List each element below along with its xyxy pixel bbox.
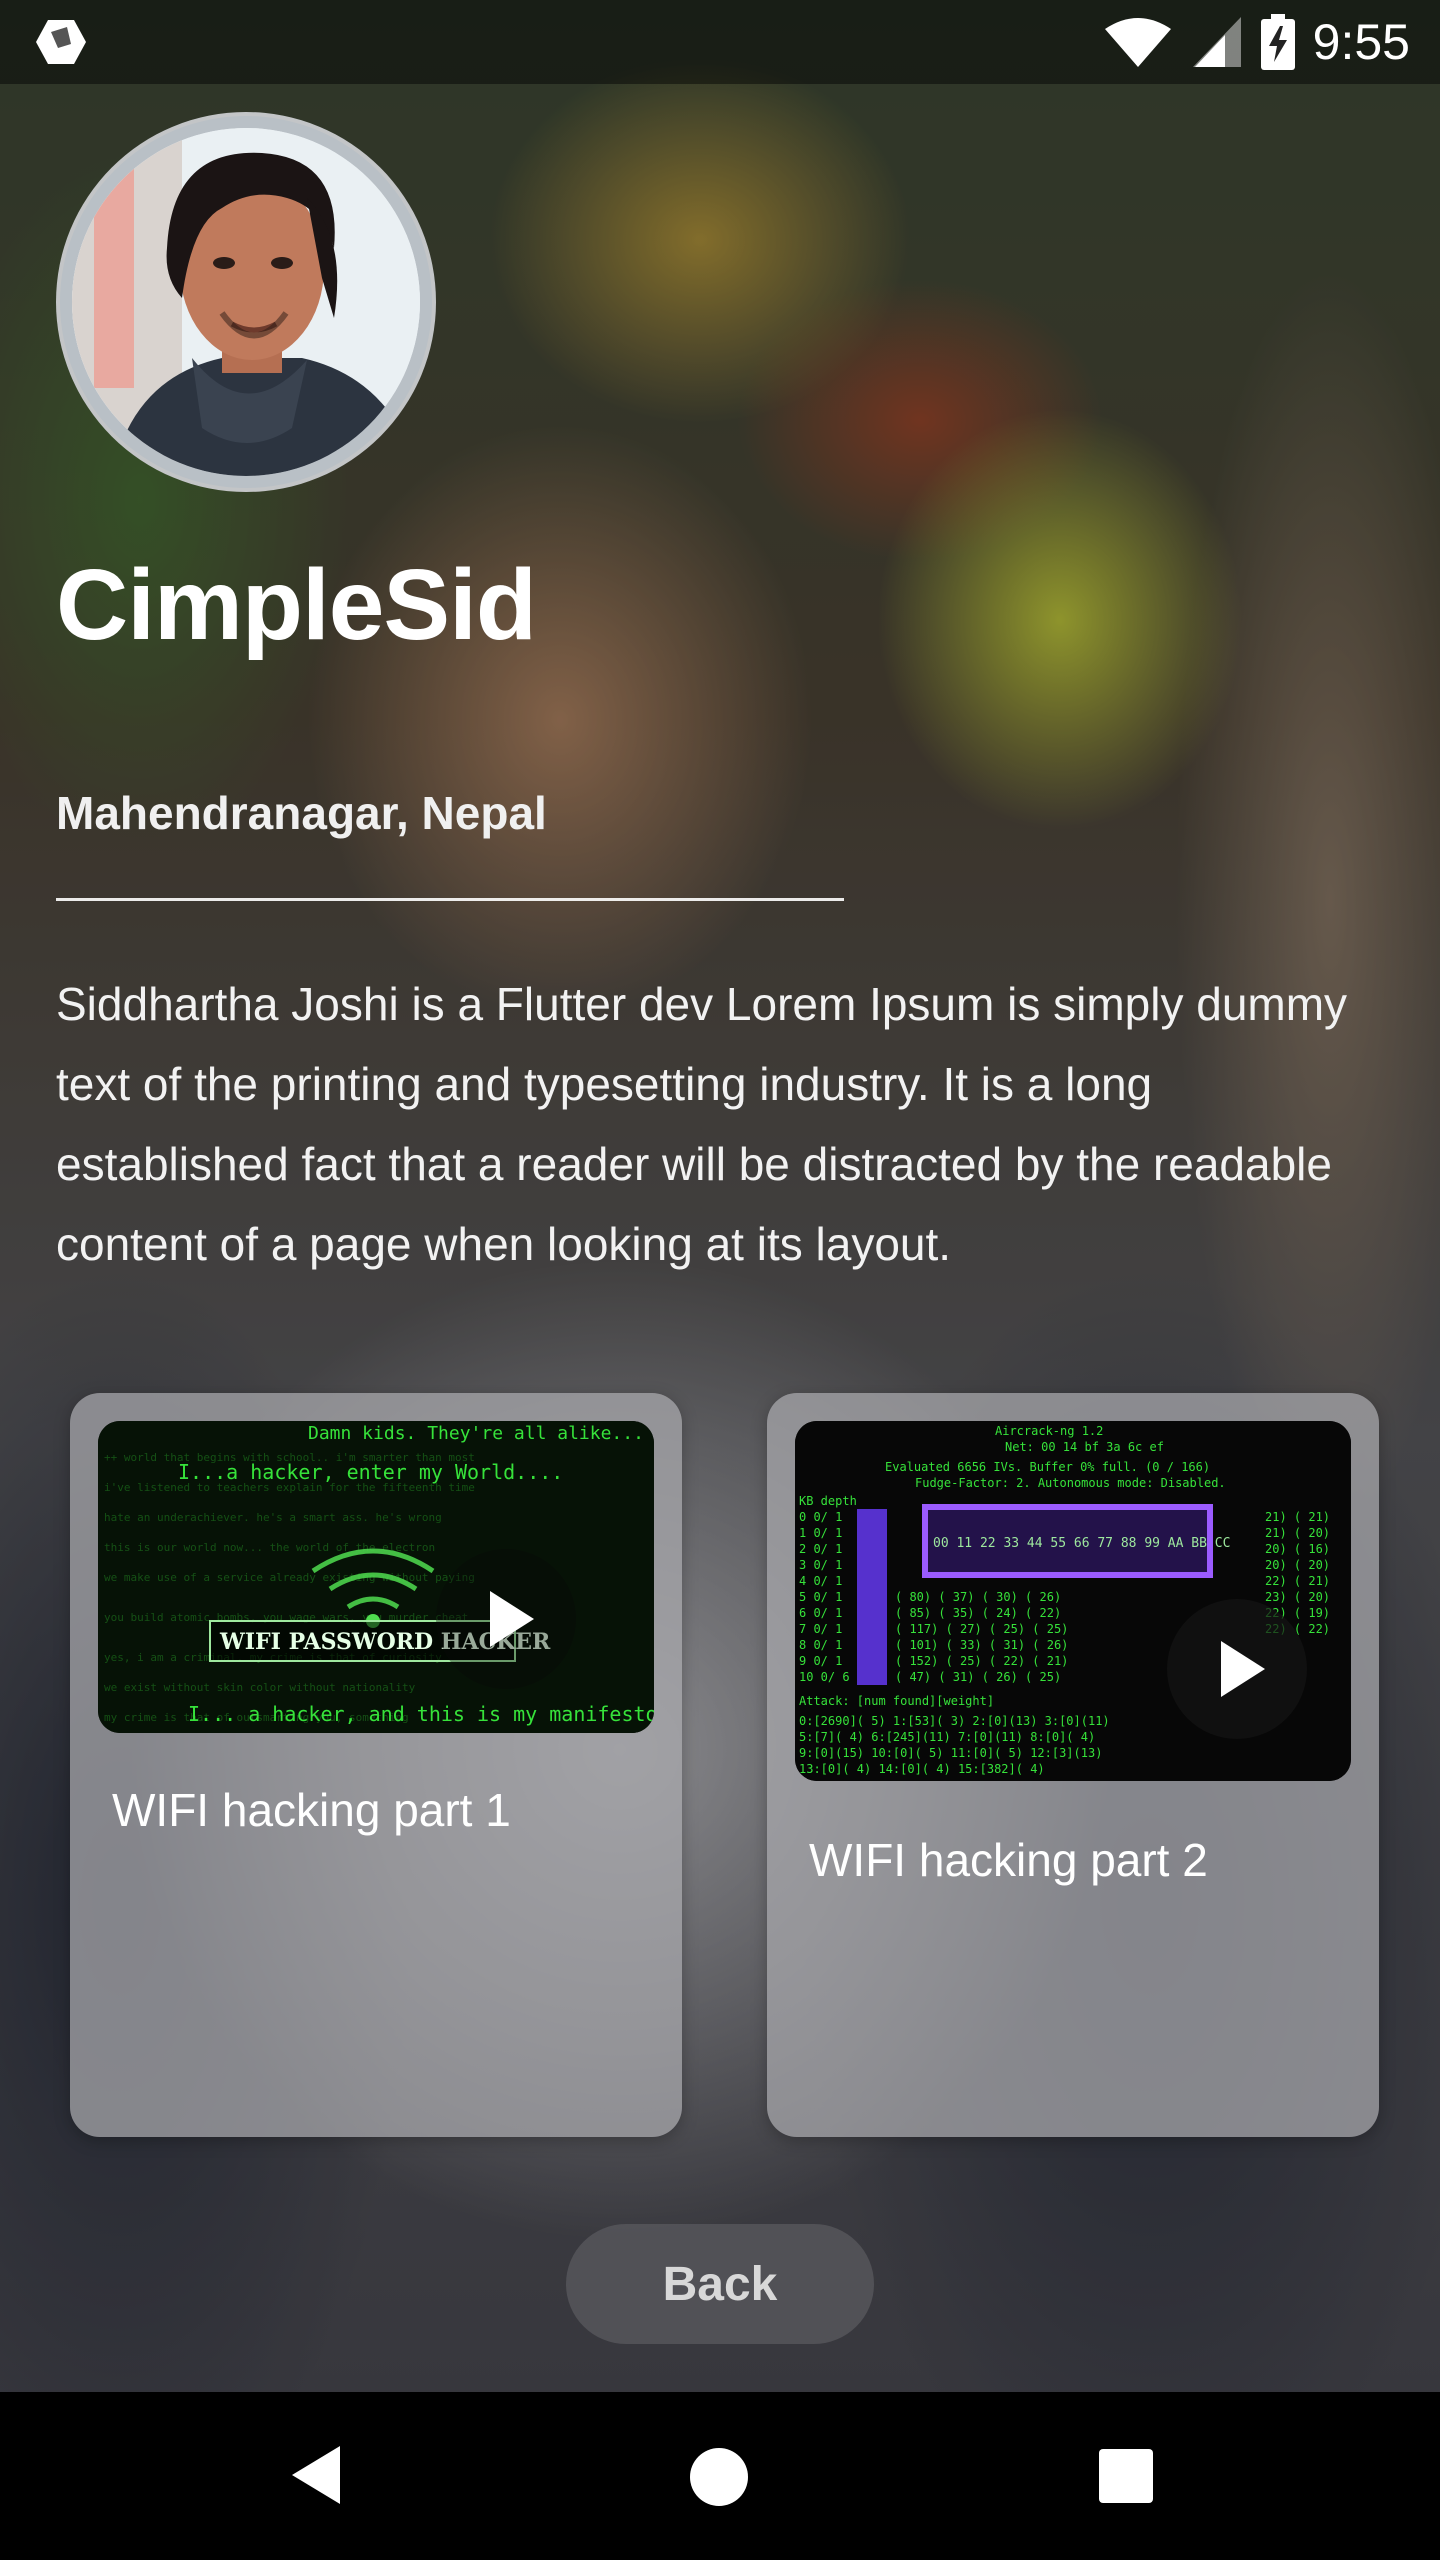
video-thumbnail-2[interactable]: Aircrack-ng 1.2 Net: 00 14 bf 3a 6c ef E… [795,1421,1351,1781]
person-illustration [72,128,420,476]
svg-text:21) ( 20): 21) ( 20) [1265,1526,1330,1540]
svg-text:7 0/ 1: 7 0/ 1 [799,1622,842,1636]
profile-name: CimpleSid [56,549,537,661]
profile-bio: Siddhartha Joshi is a Flutter dev Lorem … [56,978,1348,1270]
nav-back-icon[interactable] [290,2444,342,2506]
video-thumbnail-1[interactable]: ++ world that begins with school.. i'm s… [98,1421,654,1733]
svg-text:( 85) ( 35) ( 24): ( 85) ( 35) ( 24) ( 22) [895,1606,1061,1620]
svg-text:22) ( 21): 22) ( 21) [1265,1574,1330,1588]
svg-text:2 0/ 1: 2 0/ 1 [799,1542,842,1556]
svg-text:( 80) ( 37) ( 30): ( 80) ( 37) ( 30) ( 26) [895,1590,1061,1604]
signal-icon [1192,17,1241,67]
nav-recent-apps-icon[interactable] [1099,2449,1153,2503]
thumb2-text-mid: Evaluated 6656 IVs. Buffer 0% full. (0 /… [885,1460,1210,1474]
svg-text:( 117) ( 27) ( 25): ( 117) ( 27) ( 25) ( 25) [895,1622,1068,1636]
video-title-2: WIFI hacking part 2 [809,1834,1208,1886]
avatar-photo [72,128,420,476]
svg-text:we exist without skin color wi: we exist without skin color without nati… [104,1681,416,1694]
svg-text:9:[0](15) 10:[0]( 5) 11:: 9:[0](15) 10:[0]( 5) 11:[0]( 5) 12:[3](1… [799,1746,1102,1760]
thumb1-text-top: Damn kids. They're all alike... [308,1423,644,1444]
svg-text:00 11 22 33 44 55 66 77 88 99: 00 11 22 33 44 55 66 77 88 99 AA BB CC [933,1536,1230,1551]
app-icon [36,20,86,64]
thumb1-text-bottom: I... a hacker, and this is my manifesto. [188,1702,654,1726]
thumb2-text-bottom: Attack: [num found][weight] [799,1694,994,1708]
svg-text:5:[7]( 4) 6:[245](11) 7:[: 5:[7]( 4) 6:[245](11) 7:[0](11) 8:[0]( 4… [799,1730,1095,1744]
svg-text:20) ( 20): 20) ( 20) [1265,1558,1330,1572]
hacker-manifesto-thumbnail: ++ world that begins with school.. i'm s… [98,1421,654,1733]
svg-text:0:[2690]( 5) 1:[53]( 3) 2:[: 0:[2690]( 5) 1:[53]( 3) 2:[0](13) 3:[0](… [799,1714,1110,1728]
back-button[interactable]: Back [566,2224,874,2344]
status-time: 9:55 [1312,14,1410,70]
battery-charging-icon [1260,14,1295,70]
video-title-1: WIFI hacking part 1 [112,1784,511,1836]
avatar [56,112,436,492]
svg-text:Fudge-Factor: 2. Autonomous m: Fudge-Factor: 2. Autonomous mode: Disabl… [915,1476,1226,1490]
svg-text:21) ( 21): 21) ( 21) [1265,1510,1330,1524]
svg-text:( 152) ( 25) ( 22): ( 152) ( 25) ( 22) ( 21) [895,1654,1068,1668]
nav-home-icon[interactable] [690,2448,748,2506]
svg-text:( 101) ( 33) ( 31): ( 101) ( 33) ( 31) ( 26) [895,1638,1068,1652]
profile-location: Mahendranagar, Nepal [56,787,547,839]
svg-text:20) ( 16): 20) ( 16) [1265,1542,1330,1556]
svg-text:10 0/ 6: 10 0/ 6 [799,1670,850,1684]
svg-text:3 0/ 1: 3 0/ 1 [799,1558,842,1572]
divider [56,898,844,901]
svg-text:we make use of a service alrea: we make use of a service already existin… [104,1571,475,1584]
svg-text:1 0/ 1: 1 0/ 1 [799,1526,842,1540]
svg-text:4 0/ 1: 4 0/ 1 [799,1574,842,1588]
svg-text:9 0/ 1: 9 0/ 1 [799,1654,842,1668]
thumb2-text-top: Aircrack-ng 1.2 [995,1424,1103,1438]
navigation-bar [0,2392,1440,2560]
svg-text:5 0/ 1: 5 0/ 1 [799,1590,842,1604]
thumb1-text-mid: I...a hacker, enter my World.... [178,1460,563,1484]
svg-text:0 0/ 1: 0 0/ 1 [799,1510,842,1524]
svg-text:6 0/ 1: 6 0/ 1 [799,1606,842,1620]
video-card-1[interactable]: ++ world that begins with school.. i'm s… [70,1393,682,2137]
wifi-icon [1104,18,1171,67]
play-button-2[interactable] [1167,1599,1307,1739]
svg-text:13:[0]( 4) 14:[0]( 4) 15:: 13:[0]( 4) 14:[0]( 4) 15:[382]( 4) [799,1762,1045,1776]
svg-text:8 0/ 1: 8 0/ 1 [799,1638,842,1652]
play-button-1[interactable] [436,1549,576,1689]
svg-text:KB depth: KB depth [799,1494,857,1508]
video-card-2[interactable]: Aircrack-ng 1.2 Net: 00 14 bf 3a 6c ef E… [767,1393,1379,2137]
svg-text:hate an underachiever. he's a: hate an underachiever. he's a smart ass.… [104,1511,442,1524]
svg-text:23) ( 20): 23) ( 20) [1265,1590,1330,1604]
svg-text:( 47) ( 31) ( 26): ( 47) ( 31) ( 26) ( 25) [895,1670,1061,1684]
svg-text:Net: 00 14 bf 3a 6c ef: Net: 00 14 bf 3a 6c ef [1005,1440,1164,1454]
status-bar: 9:55 [0,0,1440,84]
